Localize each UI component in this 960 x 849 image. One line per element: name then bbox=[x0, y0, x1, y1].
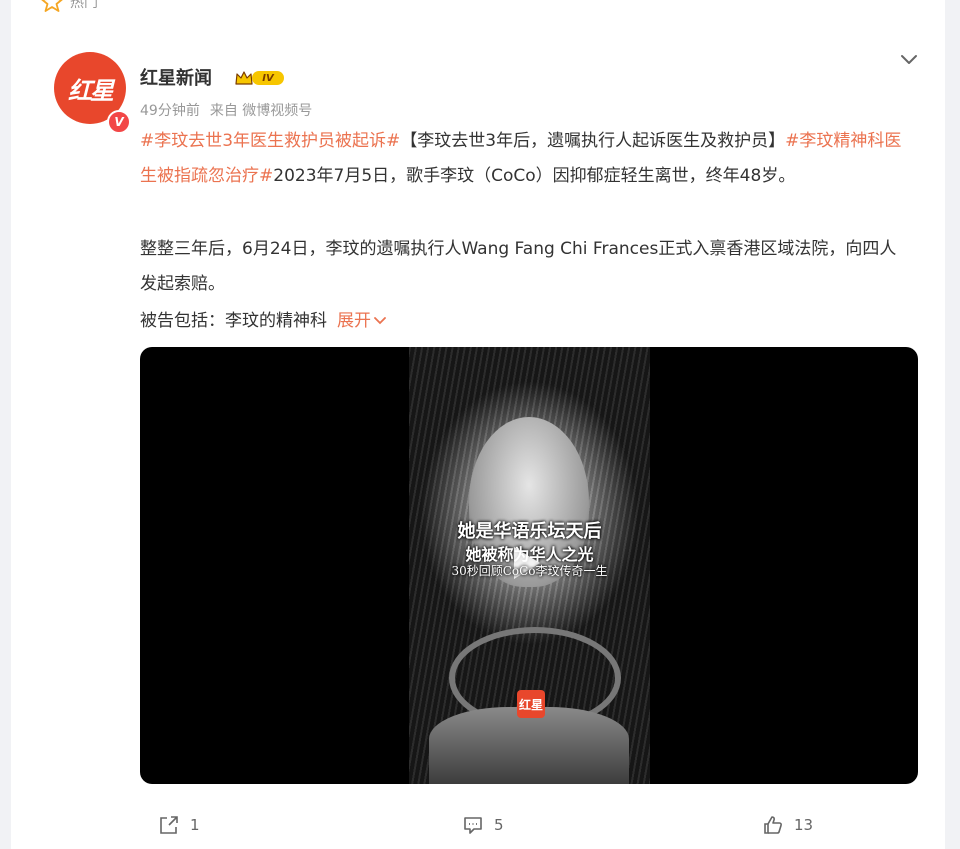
post-paragraph: 整整三年后，6月24日，李玟的遗嘱执行人Wang Fang Chi France… bbox=[140, 232, 912, 302]
post-body: 2023年7月5日，歌手李玟（CoCo）因抑郁症轻生离世，终年48岁。 bbox=[273, 166, 796, 186]
verified-badge: V bbox=[107, 110, 131, 134]
avatar-text: 红星 bbox=[68, 75, 114, 105]
crown-icon bbox=[235, 71, 253, 85]
video-player[interactable]: 她是华语乐坛天后 她被称为华人之光 30秒回顾CoCo李玟传奇一生 红星 bbox=[140, 347, 918, 784]
post-text: #李玟去世3年医生救护员被起诉#【李玟去世3年后，遗嘱执行人起诉医生及救护员】#… bbox=[140, 124, 912, 194]
video-thumbnail: 她是华语乐坛天后 她被称为华人之光 30秒回顾CoCo李玟传奇一生 红星 bbox=[409, 347, 650, 784]
thumbs-up-icon bbox=[764, 816, 782, 834]
post-meta: 49分钟前 来自 微博视频号 bbox=[140, 100, 312, 120]
post-body: 被告包括：李玟的精神科 bbox=[140, 311, 327, 331]
star-icon bbox=[41, 0, 63, 12]
post-paragraph: 被告包括：李玟的精神科 展开 bbox=[140, 304, 912, 339]
post-headline: 【李玟去世3年后，遗嘱执行人起诉医生及救护员】 bbox=[400, 131, 786, 151]
like-count: 13 bbox=[794, 816, 814, 834]
post-source[interactable]: 来自 微博视频号 bbox=[210, 100, 312, 120]
chevron-down-icon[interactable] bbox=[898, 48, 920, 70]
level-badge[interactable]: IV bbox=[234, 68, 288, 88]
author-name[interactable]: 红星新闻 bbox=[140, 64, 212, 90]
comment-icon bbox=[464, 817, 482, 834]
thumbnail-dress bbox=[429, 707, 629, 784]
video-caption-line: 30秒回顾CoCo李玟传奇一生 bbox=[451, 564, 608, 578]
post-time[interactable]: 49分钟前 bbox=[140, 100, 200, 120]
share-count: 1 bbox=[190, 816, 200, 834]
hot-label: 热门 bbox=[70, 0, 98, 11]
post-body: 整整三年后，6月24日，李玟的遗嘱执行人Wang Fang Chi France… bbox=[140, 239, 897, 294]
hot-section-header: 热门 bbox=[40, 0, 98, 14]
expand-label: 展开 bbox=[337, 311, 371, 331]
share-button[interactable]: 1 bbox=[158, 814, 200, 836]
video-caption-line: 她是华语乐坛天后 bbox=[457, 521, 602, 542]
comment-count: 5 bbox=[494, 816, 504, 834]
share-icon bbox=[160, 816, 178, 834]
verified-mark: V bbox=[114, 115, 124, 129]
hashtag-link[interactable]: #李玟去世3年医生救护员被起诉# bbox=[140, 131, 400, 151]
expand-link[interactable]: 展开 bbox=[337, 311, 387, 331]
comment-button[interactable]: 5 bbox=[462, 814, 504, 836]
level-text: IV bbox=[252, 71, 284, 85]
chevron-down-icon bbox=[374, 317, 386, 325]
like-button[interactable]: 13 bbox=[762, 814, 813, 836]
watermark-logo: 红星 bbox=[517, 690, 545, 718]
